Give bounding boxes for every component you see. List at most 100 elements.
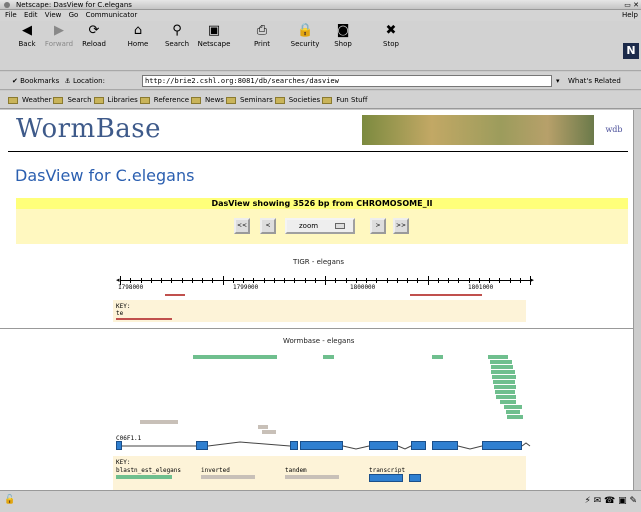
wdb-logo[interactable]: wdb [604,118,624,142]
exon[interactable] [300,441,343,450]
ruler-tick [273,278,275,283]
dropdown-icon[interactable]: ▾ [556,72,560,90]
menu-communicator[interactable]: Communicator [86,11,138,19]
ruler-tick-label: 1799000 [233,284,259,291]
zoom-select[interactable]: zoom [285,218,355,234]
exon[interactable] [482,441,522,450]
toolbar-label: Stop [383,40,399,48]
personal-link-seminars[interactable]: Seminars [225,96,273,104]
tigr-key: KEY: te [113,300,526,322]
toolbar-label: Security [290,40,320,48]
ruler-tick [417,278,419,283]
personal-link-search[interactable]: Search [53,96,92,104]
personal-link-societies[interactable]: Societies [274,96,320,104]
location-icon: ⚓ [64,77,71,85]
intron-line [457,445,483,450]
ruler-tick [437,278,439,283]
folder-icon [322,96,333,104]
personal-link-label: Search [67,96,92,104]
wormbase-logo[interactable]: WormBase [16,114,161,144]
url-field[interactable]: http://brie2.cshl.org:8081/db/searches/d… [142,75,552,87]
security-button[interactable]: 🔒 Security [285,24,325,49]
est-feature[interactable] [491,365,513,369]
inverted-repeat-feature[interactable] [258,425,268,429]
last-button[interactable]: >> [393,218,409,234]
exon[interactable] [432,441,458,450]
search-button[interactable]: ⚲ Search [157,24,197,49]
netscape-button[interactable]: ▣ Netscape [194,24,234,49]
menu-view[interactable]: View [45,11,62,19]
vertical-scrollbar[interactable] [633,110,641,490]
est-feature[interactable] [491,370,515,374]
ruler-tick [366,278,367,283]
te-feature[interactable] [410,294,482,296]
est-feature[interactable] [507,415,523,419]
exon[interactable] [369,441,398,450]
forward-button[interactable]: ▶ Forward [39,24,79,49]
ruler-tick [232,278,234,283]
ruler-tick [263,278,265,283]
whats-related-button[interactable]: What's Related [568,72,621,90]
print-button[interactable]: ⎙ Print [242,24,282,49]
key-swatch-te [116,318,172,320]
est-feature[interactable] [496,395,516,399]
menu-edit[interactable]: Edit [24,11,38,19]
ruler-tick [222,276,224,285]
toolbar-label: Forward [44,40,74,48]
est-feature[interactable] [504,405,522,409]
est-feature[interactable] [323,355,334,359]
component-bar-icons[interactable]: ⚡ ✉ ☎ ▣ ✎ [584,496,637,506]
bookmarks-button[interactable]: Bookmarks [20,77,59,85]
exon[interactable] [116,441,122,450]
folder-icon [139,96,150,104]
menu-file[interactable]: File [5,11,17,19]
personal-link-libraries[interactable]: Libraries [93,96,138,104]
est-feature[interactable] [490,360,512,364]
est-feature[interactable] [493,380,515,384]
est-feature[interactable] [488,355,508,359]
window-menu-icon[interactable] [4,2,10,8]
est-feature[interactable] [432,355,443,359]
exon[interactable] [290,441,298,450]
security-status-icon[interactable]: 🔓 [4,495,15,505]
prev-button[interactable]: < [260,218,276,234]
est-feature[interactable] [193,355,277,359]
shop-button[interactable]: ◙ Shop [323,24,363,49]
est-feature[interactable] [494,385,516,389]
personal-link-fun-stuff[interactable]: Fun Stuff [322,96,367,104]
toolbar-label: Reload [82,40,106,48]
netscape-logo[interactable]: N [623,43,639,59]
reload-button[interactable]: ⟳ Reload [74,24,114,49]
est-feature[interactable] [500,400,516,404]
personal-link-reference[interactable]: Reference [139,96,189,104]
first-button[interactable]: << [234,218,250,234]
home-button[interactable]: ⌂ Home [118,24,158,49]
inverted-repeat-feature[interactable] [262,430,276,434]
ruler-tick [458,278,460,283]
ruler-tick-label: 1800000 [350,284,376,291]
personal-link-news[interactable]: News [191,96,224,104]
key-swatch-inverted [201,475,255,479]
inverted-repeat-feature[interactable] [140,420,178,424]
menu-go[interactable]: Go [69,11,79,19]
est-feature[interactable] [492,375,516,379]
personal-link-label: Libraries [107,96,138,104]
menu-help[interactable]: Help [622,10,638,21]
ruler-tick [150,278,152,283]
est-feature[interactable] [495,390,515,394]
window-title: Netscape: DasView for C.elegans [16,1,132,9]
key-heading: KEY: [116,459,131,466]
stop-button[interactable]: ✖ Stop [371,24,411,49]
ruler-tick [130,278,132,283]
window-controls-icon[interactable]: ▭ ✕ [624,0,639,10]
next-button[interactable]: > [370,218,386,234]
exon[interactable] [411,441,426,450]
back-arrow-icon: ◀ [22,23,32,38]
est-feature[interactable] [506,410,520,414]
wormbase-track-heading: Wormbase - elegans [283,337,355,345]
ruler-tick [407,278,408,283]
te-feature[interactable] [165,294,185,296]
exon[interactable] [196,441,208,450]
personal-link-weather[interactable]: Weather [8,96,51,104]
ruler-tick [376,278,378,283]
